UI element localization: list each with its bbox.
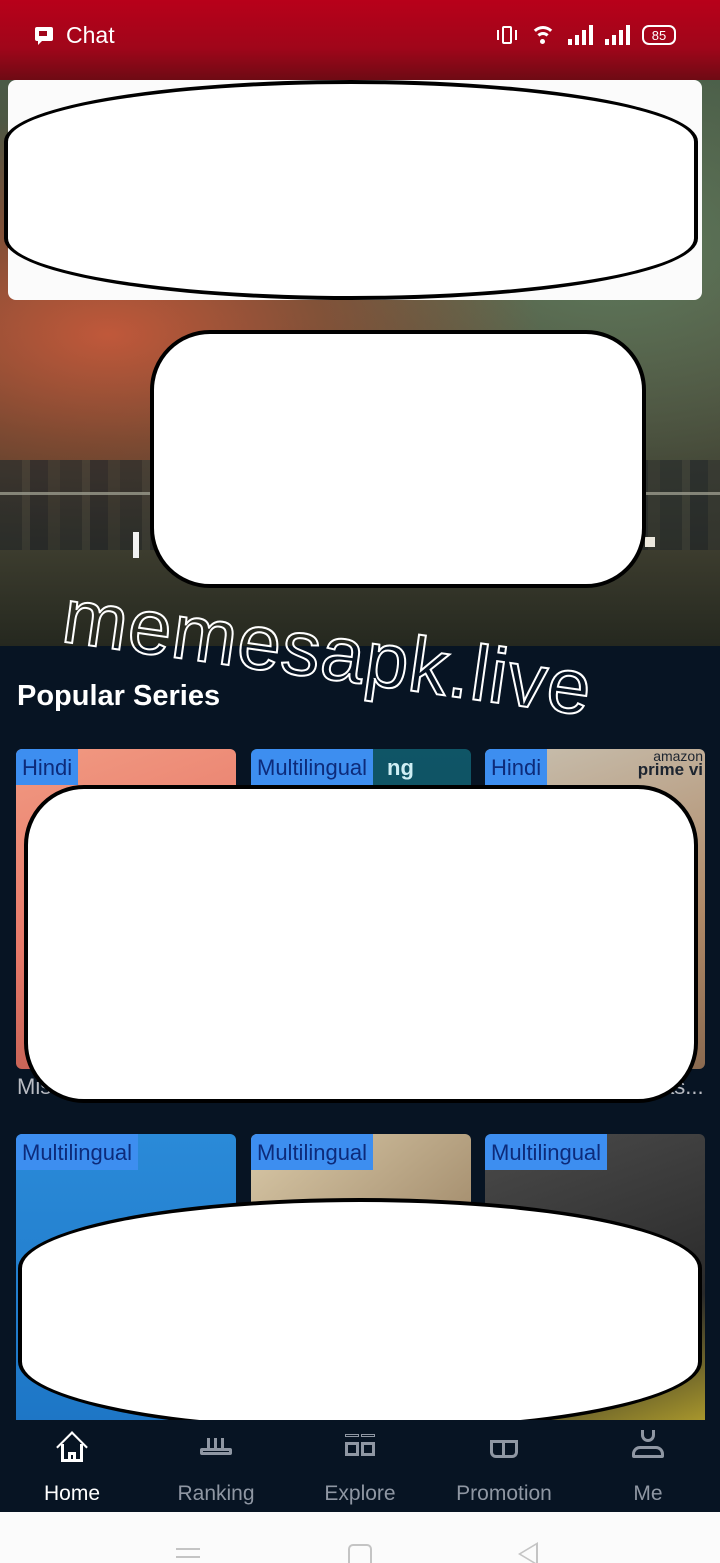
menu-icon[interactable] (176, 1548, 200, 1563)
language-badge: Multilingual (251, 749, 374, 785)
home-icon[interactable] (348, 1544, 372, 1563)
poster-text: ng (387, 755, 414, 780)
hero-title-fragment (133, 532, 139, 558)
home-icon (52, 1428, 92, 1464)
language-badge: Hindi (16, 749, 79, 785)
explore-icon (340, 1428, 380, 1464)
redacted-region (150, 330, 646, 588)
status-bar: Chat 85 (0, 0, 720, 80)
system-navigation-bar (0, 1512, 720, 1563)
nav-label: Me (633, 1482, 663, 1505)
notification-indicator: Chat (34, 22, 115, 49)
app-screen: Chat 85 Popular Series Hindi Multilingua… (0, 0, 720, 1563)
wifi-icon (530, 24, 556, 46)
nav-label: Promotion (456, 1482, 552, 1505)
nav-me[interactable]: Me (576, 1420, 720, 1512)
redacted-region (24, 785, 698, 1103)
back-icon[interactable] (518, 1542, 538, 1563)
ranking-icon (196, 1428, 236, 1464)
notification-label: Chat (66, 22, 115, 48)
nav-label: Ranking (177, 1482, 255, 1505)
battery-icon: 85 (642, 25, 676, 45)
signal-icon (605, 25, 630, 45)
redacted-region (4, 80, 698, 300)
nav-explore[interactable]: Explore (288, 1420, 432, 1512)
language-badge: Hindi (485, 749, 548, 785)
nav-label: Explore (324, 1482, 396, 1505)
nav-promotion[interactable]: Promotion (432, 1420, 576, 1512)
carousel-dot[interactable] (645, 537, 655, 547)
status-icons: 85 (496, 24, 676, 46)
nav-label: Home (43, 1482, 101, 1505)
vibrate-icon (496, 24, 518, 46)
profile-icon (628, 1428, 668, 1464)
redacted-region (18, 1198, 702, 1432)
language-badge: Multilingual (16, 1134, 139, 1170)
bottom-navigation: Home Ranking Explore Promotion Me (0, 1420, 720, 1512)
language-badge: Multilingual (485, 1134, 608, 1170)
nav-home[interactable]: Home (0, 1420, 144, 1512)
chat-bubble-icon (34, 26, 54, 46)
nav-ranking[interactable]: Ranking (144, 1420, 288, 1512)
prime-video-logo: amazon prime vi (637, 749, 703, 779)
language-badge: Multilingual (251, 1134, 374, 1170)
signal-icon (568, 25, 593, 45)
section-title-popular-series: Popular Series (17, 680, 221, 712)
promotion-icon (484, 1428, 524, 1464)
